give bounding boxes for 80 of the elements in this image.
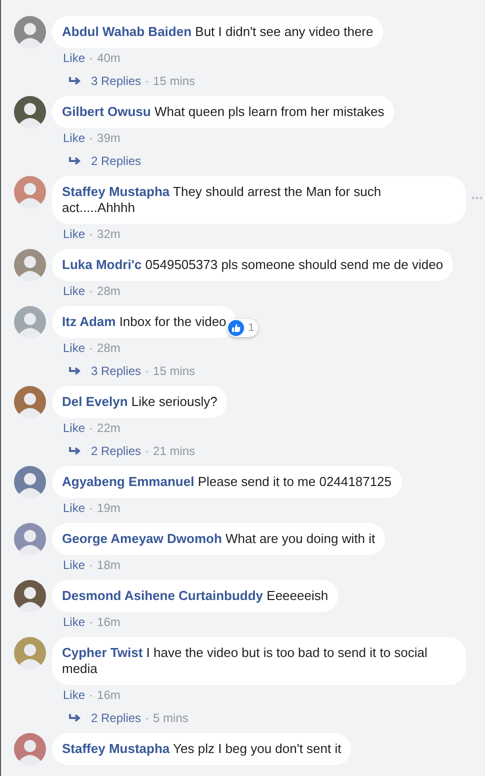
comment-time: 40m (97, 51, 120, 65)
like-link[interactable]: Like (63, 131, 86, 145)
comment-time: 19m (97, 501, 120, 515)
separator-dot: · (89, 284, 94, 298)
comment-time: 16m (97, 615, 120, 629)
comment-time: 28m (97, 341, 120, 355)
avatar-icon[interactable] (14, 523, 46, 555)
comment-time: 18m (97, 558, 120, 572)
like-link[interactable]: Like (63, 615, 86, 629)
comment-text: Agyabeng Emmanuel Please send it to me 0244187125 (62, 474, 392, 490)
comment-time: 22m (97, 421, 120, 435)
separator-dot: · (89, 341, 94, 355)
commenter-name[interactable]: Staffey Mustapha (62, 184, 170, 199)
comment-time: 32m (97, 227, 120, 241)
separator-dot: · (89, 51, 94, 65)
replies-link[interactable]: 2 Replies (91, 711, 142, 725)
comment-time: 16m (97, 688, 120, 702)
separator-dot: · (89, 131, 94, 145)
commenter-name[interactable]: Staffey Mustapha (62, 741, 170, 756)
like-link[interactable]: Like (63, 51, 86, 65)
commenter-name[interactable]: Luka Modri'c (62, 257, 142, 272)
commenter-name[interactable]: Itz Adam (62, 314, 116, 329)
comment-text: George Ameyaw Dwomoh What are you doing with it (62, 531, 376, 547)
like-link[interactable]: Like (63, 421, 86, 435)
comment-text: Staffey Mustapha They should arrest the Man for such act.....Ahhhh (62, 184, 382, 216)
avatar-icon[interactable] (14, 733, 46, 765)
separator-dot: · (145, 74, 150, 88)
replies-link[interactable]: 2 Replies (91, 154, 142, 168)
like-link[interactable]: Like (63, 558, 86, 572)
commenter-name[interactable]: Agyabeng Emmanuel (62, 474, 194, 489)
separator-dot: · (89, 227, 94, 241)
comment-time: 39m (97, 131, 120, 145)
commenter-name[interactable]: Desmond Asihene Curtainbuddy (62, 588, 264, 603)
separator-dot: · (145, 444, 150, 458)
separator-dot: · (89, 558, 94, 572)
separator-dot: · (89, 688, 94, 702)
replies-link[interactable]: 3 Replies (91, 74, 142, 88)
replies-link[interactable]: 2 Replies (91, 444, 142, 458)
reply-arrow-icon (69, 76, 81, 86)
avatar-icon[interactable] (14, 249, 46, 281)
reply-arrow-icon (69, 156, 81, 166)
reply-time: 21 mins (153, 444, 196, 458)
comment-text: Abdul Wahab Baiden But I didn't see any video there (62, 24, 374, 40)
comment-time: 28m (97, 284, 120, 298)
comment-text: Gilbert Owusu What queen pls learn from her mistakes (62, 104, 384, 120)
reply-arrow-icon (69, 366, 81, 376)
commenter-name[interactable]: Gilbert Owusu (62, 104, 151, 119)
reply-arrow-icon (69, 446, 81, 456)
like-link[interactable]: Like (63, 284, 86, 298)
reply-time: 15 mins (153, 364, 196, 378)
avatar-icon[interactable] (14, 580, 46, 612)
reply-time: 5 mins (153, 711, 188, 725)
avatar-icon[interactable] (14, 466, 46, 498)
commenter-name[interactable]: Cypher Twist (62, 645, 143, 660)
comment-text: Del Evelyn Like seriously? (62, 394, 218, 410)
avatar-icon[interactable] (14, 16, 46, 48)
reply-arrow-icon (69, 713, 81, 723)
commenter-name[interactable]: George Ameyaw Dwomoh (62, 531, 222, 546)
separator-dot: · (145, 711, 150, 725)
reply-time: 15 mins (153, 74, 196, 88)
like-link[interactable]: Like (63, 341, 86, 355)
separator-dot: · (89, 615, 94, 629)
commenter-name[interactable]: Abdul Wahab Baiden (62, 24, 192, 39)
comment-text: Cypher Twist I have the video but is too bad to send it to social media (62, 645, 428, 677)
like-link[interactable]: Like (63, 501, 86, 515)
like-link[interactable]: Like (63, 227, 86, 241)
reaction-badge[interactable]: 1 (227, 319, 258, 337)
separator-dot: · (145, 364, 150, 378)
comment-text: Luka Modri'c 0549505373 pls someone should send me de video (62, 257, 444, 273)
separator-dot: · (89, 501, 94, 515)
comment-text: Staffey Mustapha Yes plz I beg you don't sent it (62, 741, 342, 757)
like-link[interactable]: Like (63, 688, 86, 702)
replies-link[interactable]: 3 Replies (91, 364, 142, 378)
commenter-name[interactable]: Del Evelyn (62, 394, 128, 409)
comment-text: Desmond Asihene Curtainbuddy Eeeeeeish (62, 588, 328, 604)
more-options-icon[interactable] (471, 196, 483, 200)
separator-dot: · (89, 421, 94, 435)
avatar-icon[interactable] (14, 386, 46, 418)
avatar-icon[interactable] (14, 96, 46, 128)
comment-text: Itz Adam Inbox for the video (62, 314, 226, 330)
